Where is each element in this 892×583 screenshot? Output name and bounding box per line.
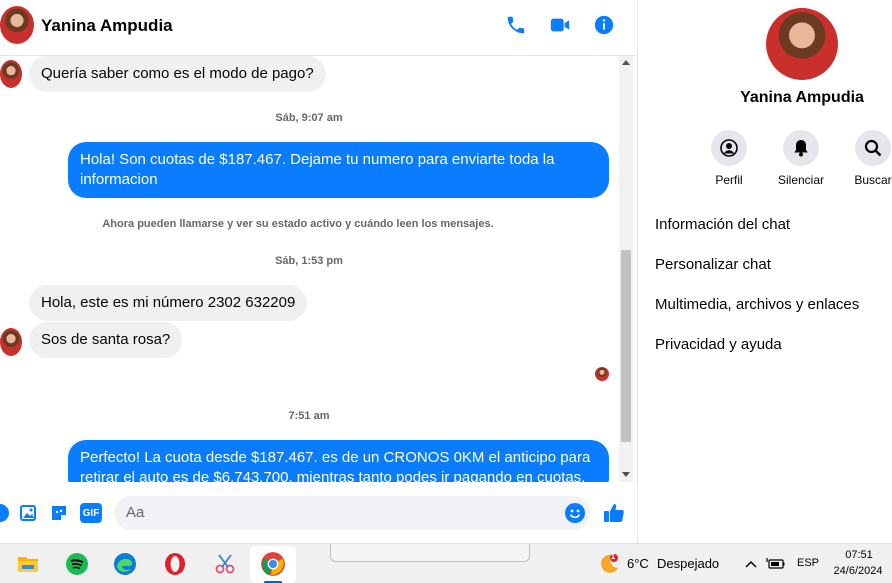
profile-avatar[interactable] — [766, 8, 838, 80]
messenger-window: Yanina Ampudia Quería saber como es el m… — [0, 0, 892, 583]
message-scrollbar[interactable] — [619, 56, 633, 482]
profile-action[interactable]: Perfil — [694, 130, 764, 187]
spotify-icon — [66, 553, 88, 575]
message-input-container — [114, 496, 590, 530]
mute-action-label: Silenciar — [777, 173, 825, 187]
file-explorer-button[interactable] — [14, 550, 42, 578]
search-action-circle[interactable] — [855, 130, 891, 166]
message-composer: GIF — [0, 482, 636, 543]
edge-browser-button[interactable] — [111, 550, 139, 578]
image-icon — [20, 505, 36, 521]
folder-icon — [18, 557, 38, 572]
outgoing-message: Hola! Son cuotas de $187.467. Dejame tu … — [68, 142, 609, 198]
profile-action-circle[interactable] — [711, 130, 747, 166]
search-action[interactable]: Buscar — [838, 130, 892, 187]
clock-time[interactable]: 07:51 — [832, 549, 886, 561]
weather-temperature[interactable]: 6°C — [627, 556, 649, 571]
smiley-icon — [565, 503, 585, 523]
menu-chat-info[interactable]: Información del chat — [655, 216, 885, 233]
message-list[interactable]: Quería saber como es el modo de pago? Sá… — [0, 56, 618, 482]
mute-action-circle[interactable] — [783, 130, 819, 166]
profile-name: Yanina Ampudia — [740, 89, 864, 106]
incoming-message: Sos de santa rosa? — [29, 322, 183, 358]
input-language-indicator[interactable]: ESP — [797, 557, 819, 569]
profile-action-label: Perfil — [715, 173, 743, 187]
chrome-browser-button[interactable] — [259, 550, 287, 578]
message-timestamp: Sáb, 9:07 am — [275, 112, 343, 124]
taskbar-search-box[interactable] — [330, 544, 530, 562]
chevron-up-icon — [745, 560, 757, 568]
search-action-label: Buscar — [854, 173, 892, 187]
windows-taskbar: 1 6°C Despejado ESP 07:51 24/6/2024 — [0, 543, 892, 583]
seen-indicator-avatar — [595, 367, 609, 381]
clock-date[interactable]: 24/6/2024 — [826, 565, 890, 577]
chrome-icon — [261, 552, 285, 576]
scroll-up-arrow-icon[interactable] — [622, 60, 630, 65]
conversation-info-button[interactable] — [591, 12, 617, 38]
message-avatar — [0, 60, 22, 88]
sticker-button[interactable] — [49, 503, 69, 523]
battery-status-button[interactable] — [764, 550, 788, 578]
chat-header: Yanina Ampudia — [0, 0, 636, 56]
video-camera-icon — [550, 18, 570, 32]
weather-condition[interactable]: Despejado — [657, 556, 719, 571]
plus-circle-icon — [0, 504, 9, 522]
outgoing-message: Perfecto! La cuota desde $187.467. es de… — [68, 440, 609, 482]
gif-button[interactable]: GIF — [80, 503, 102, 523]
menu-customize-chat[interactable]: Personalizar chat — [655, 256, 885, 273]
menu-media-files-links[interactable]: Multimedia, archivos y enlaces — [655, 296, 885, 313]
system-notice: Ahora pueden llamarse y ver su estado ac… — [102, 218, 494, 230]
phone-icon — [507, 16, 525, 34]
message-input[interactable] — [126, 504, 546, 521]
opera-browser-button[interactable] — [161, 550, 189, 578]
thumbs-up-icon — [604, 504, 624, 522]
search-icon — [864, 139, 882, 157]
contact-avatar[interactable] — [0, 6, 34, 44]
contact-name[interactable]: Yanina Ampudia — [41, 16, 173, 36]
scroll-thumb[interactable] — [621, 250, 631, 442]
scissors-icon — [215, 554, 235, 574]
user-circle-icon — [720, 139, 738, 157]
message-avatar — [0, 328, 22, 356]
message-timestamp: 7:51 am — [288, 410, 330, 422]
mute-action[interactable]: Silenciar — [766, 130, 836, 187]
opera-icon — [165, 553, 185, 575]
more-actions-button[interactable] — [0, 503, 10, 523]
battery-plug-icon — [766, 558, 785, 569]
audio-call-button[interactable] — [503, 12, 529, 38]
video-call-button[interactable] — [547, 12, 573, 38]
show-hidden-icons-button[interactable] — [741, 550, 761, 578]
incoming-message: Hola, este es mi número 2302 632209 — [29, 285, 308, 321]
spotify-button[interactable] — [63, 550, 91, 578]
edge-icon — [114, 553, 136, 575]
chat-details-panel: Yanina Ampudia Perfil Silenciar Buscar I… — [637, 0, 892, 543]
chat-column: Yanina Ampudia Quería saber como es el m… — [0, 0, 636, 543]
scroll-down-arrow-icon[interactable] — [622, 472, 630, 477]
sticker-icon — [52, 506, 66, 520]
info-icon — [594, 15, 614, 35]
send-like-button[interactable] — [602, 501, 626, 525]
menu-privacy-help[interactable]: Privacidad y ayuda — [655, 336, 885, 353]
message-timestamp: Sáb, 1:53 pm — [275, 255, 343, 267]
emoji-button[interactable] — [564, 502, 586, 524]
weather-badge-count: 1 — [610, 552, 616, 561]
bell-icon — [794, 140, 808, 157]
incoming-message: Quería saber como es el modo de pago? — [29, 56, 326, 92]
snipping-tool-button[interactable] — [211, 550, 239, 578]
attach-photo-button[interactable] — [18, 503, 38, 523]
